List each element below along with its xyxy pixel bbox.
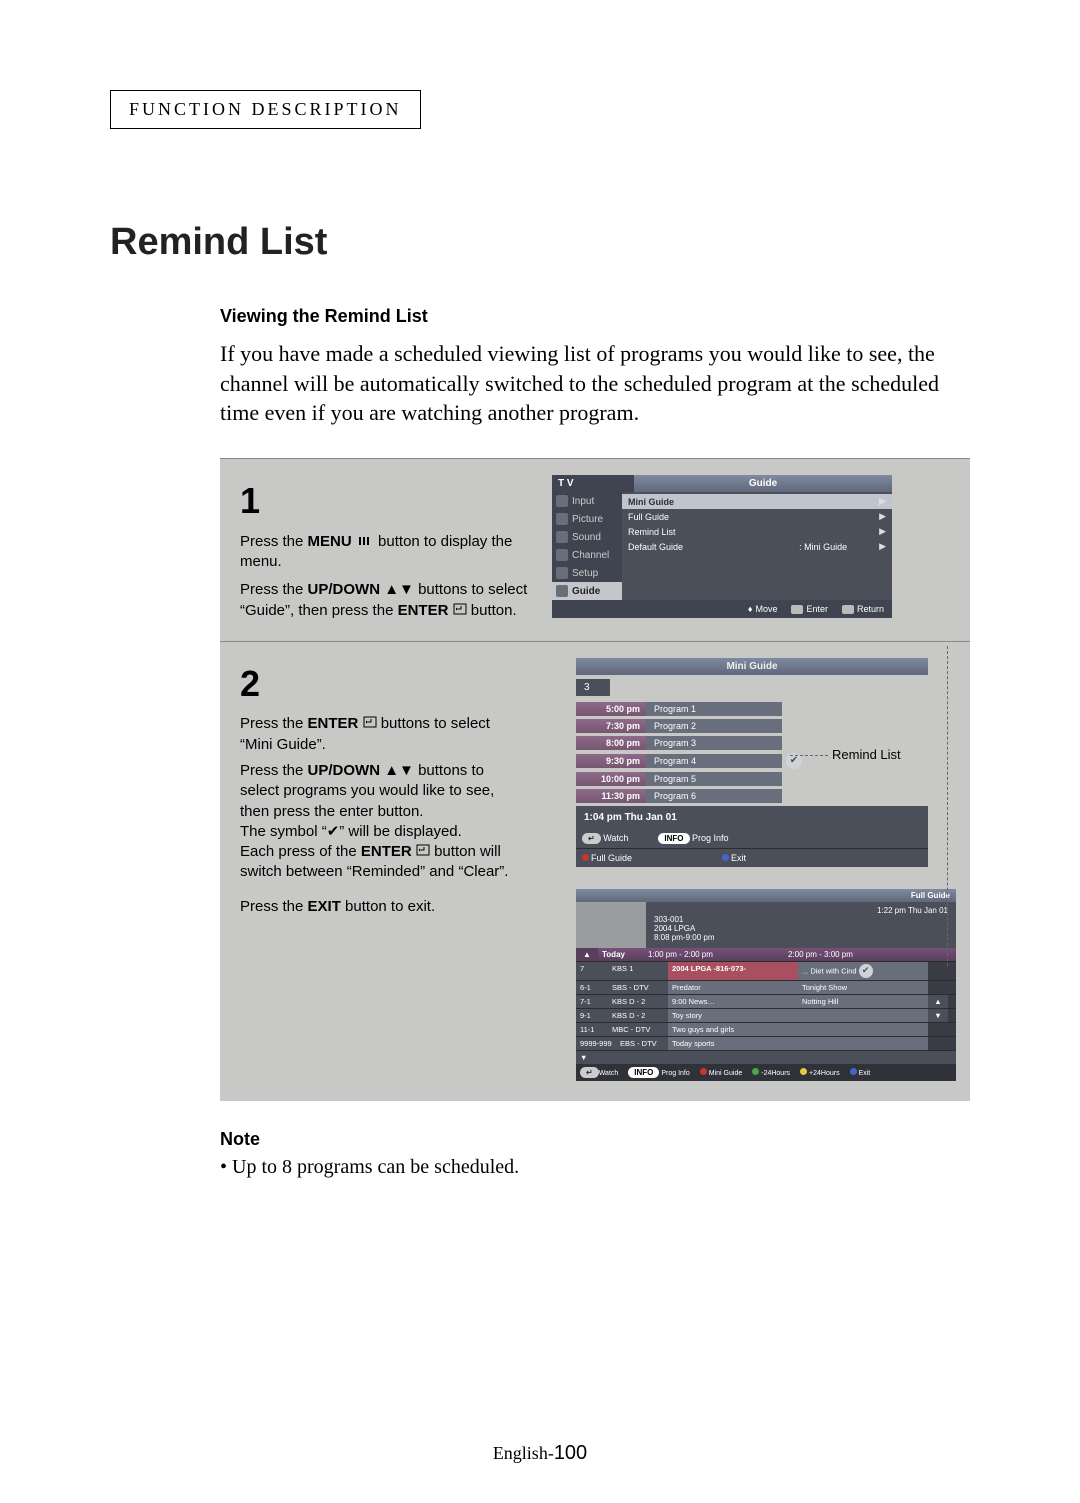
blue-dot-icon (722, 854, 729, 861)
mini-guide-title: Mini Guide (576, 658, 928, 675)
full-guide-title: Full Guide (911, 891, 950, 900)
info-pill: INFO (628, 1067, 659, 1078)
subtitle: Viewing the Remind List (220, 306, 970, 327)
step-2-number: 2 (240, 660, 526, 709)
hint-enter: Enter (791, 604, 828, 614)
arrow-down-icon[interactable]: ▼ (576, 1051, 598, 1064)
sidebar-item-sound[interactable]: Sound (552, 528, 622, 546)
program-thumbnail (576, 902, 646, 948)
menu-item-default-guide[interactable]: Default Guide: Mini Guide▶ (622, 539, 892, 554)
setup-icon (556, 567, 568, 579)
note-heading: Note (220, 1129, 970, 1150)
red-dot-icon (700, 1068, 707, 1075)
note-body: • Up to 8 programs can be scheduled. (220, 1156, 970, 1179)
arrow-up-icon[interactable]: ▲ (576, 948, 598, 961)
sidebar-item-setup[interactable]: Setup (552, 564, 622, 582)
scroll-down-icon[interactable]: ▼ (928, 1009, 948, 1022)
schedule-row[interactable]: 9-1KBS D - 2Toy story▼ (576, 1008, 956, 1022)
section-heading: FUNCTION DESCRIPTION (129, 99, 402, 119)
full-guide-footer: ↵Watch INFO Prog Info Mini Guide -24Hour… (576, 1064, 956, 1081)
sidebar-item-channel[interactable]: Channel (552, 546, 622, 564)
menu-icon (842, 605, 854, 614)
program-row[interactable]: 10:00 pmProgram 5 (576, 772, 928, 786)
mini-guide-channel: 3 (576, 679, 610, 696)
schedule-row[interactable]: 11-1MBC - DTVTwo guys and girls (576, 1022, 956, 1036)
enter-icon: ↵ (580, 1067, 599, 1078)
menu-icon (358, 532, 372, 552)
section-heading-box: FUNCTION DESCRIPTION (110, 90, 421, 129)
osd-title: Guide (634, 475, 892, 492)
osd-full-guide: Full Guide 1:22 pm Thu Jan 01 303-001 20… (576, 889, 956, 1081)
intro-paragraph: If you have made a scheduled viewing lis… (220, 339, 970, 428)
schedule-row[interactable]: 9999-999EBS - DTVToday sports (576, 1036, 956, 1050)
green-dot-icon (752, 1068, 759, 1075)
sidebar-item-input[interactable]: Input (552, 492, 622, 510)
menu-item-full-guide[interactable]: Full Guide▶ (622, 509, 892, 524)
banner-channel: 303-001 (654, 915, 948, 924)
input-icon (556, 495, 568, 507)
full-guide-now: 1:22 pm Thu Jan 01 (654, 906, 948, 915)
mini-guide-now: 1:04 pm Thu Jan 01 (576, 806, 928, 829)
menu-item-remind-list[interactable]: Remind List▶ (622, 524, 892, 539)
step-2-text: 2 Press the ENTER buttons to select “Min… (220, 642, 542, 1101)
chevron-right-icon: ▶ (879, 526, 886, 537)
step-1-text: 1 Press the MENU button to display the m… (220, 459, 546, 641)
osd-submenu: Mini Guide▶ Full Guide▶ Remind List▶ Def… (622, 492, 892, 600)
enter-icon (791, 605, 803, 614)
schedule-row[interactable]: 7-1KBS D - 29:00 News…Notting Hill▲ (576, 994, 956, 1008)
picture-icon (556, 513, 568, 525)
chevron-right-icon: ▶ (879, 541, 886, 552)
callout-line (790, 755, 828, 756)
reminder-check-icon: ✔ (859, 964, 873, 978)
step-2-panel: 2 Press the ENTER buttons to select “Min… (220, 641, 970, 1101)
banner-program: 2004 LPGA (654, 924, 948, 933)
chevron-right-icon: ▶ (879, 511, 886, 522)
schedule-row[interactable]: 6-1SBS - DTVPredatorTonight Show (576, 980, 956, 994)
schedule-row[interactable]: 7 KBS 1 2004 LPGA -816·073- ... Diet wit… (576, 961, 956, 980)
menu-item-mini-guide[interactable]: Mini Guide▶ (622, 494, 892, 509)
red-dot-icon (582, 854, 589, 861)
blue-dot-icon (850, 1068, 857, 1075)
scroll-up-icon[interactable]: ▲ (928, 995, 948, 1008)
hint-return: Return (842, 604, 884, 614)
schedule-row-end: ▼ (576, 1050, 956, 1064)
enter-icon: ↵ (582, 833, 601, 844)
callout-label: Remind List (832, 747, 901, 762)
banner-time: 8:08 pm-9:00 pm (654, 933, 948, 942)
program-row[interactable]: 11:30 pmProgram 6 (576, 789, 928, 803)
yellow-dot-icon (800, 1068, 807, 1075)
mini-guide-footer: ↵ Watch INFO Prog Info (576, 829, 928, 848)
updown-icon: ▲▼ (384, 581, 418, 598)
manual-page: FUNCTION DESCRIPTION Remind List Viewing… (0, 0, 1080, 1503)
chevron-right-icon: ▶ (879, 496, 886, 507)
mini-guide-footer-2: Full Guide Exit (576, 848, 928, 867)
callout-box (947, 646, 950, 966)
osd-tv-label: T V (552, 475, 634, 492)
osd-guide-menu: T V Guide Input Picture Sound Channel Se… (552, 475, 892, 618)
enter-icon (453, 601, 467, 621)
program-row[interactable]: 7:30 pmProgram 2 (576, 719, 928, 733)
enter-icon (363, 714, 377, 734)
sidebar-item-picture[interactable]: Picture (552, 510, 622, 528)
info-pill: INFO (658, 833, 689, 844)
page-number: English-100 (0, 1442, 1080, 1465)
channel-icon (556, 549, 568, 561)
schedule-header: ▲ Today 1:00 pm - 2:00 pm 2:00 pm - 3:00… (576, 948, 956, 961)
sound-icon (556, 531, 568, 543)
updown-icon: ▲▼ (384, 762, 418, 779)
osd-sidebar: Input Picture Sound Channel Setup Guide (552, 492, 622, 600)
osd-footer: ♦Move Enter Return (552, 600, 892, 618)
program-row[interactable]: 5:00 pmProgram 1 (576, 702, 928, 716)
guide-icon (556, 585, 568, 597)
hint-move: ♦Move (748, 604, 778, 614)
osd-mini-guide: Mini Guide 3 5:00 pmProgram 1 7:30 pmPro… (548, 658, 928, 867)
page-title: Remind List (110, 221, 970, 264)
step-1-panel: 1 Press the MENU button to display the m… (220, 458, 970, 641)
step-1-number: 1 (240, 477, 530, 526)
updown-icon: ♦ (748, 604, 753, 614)
sidebar-item-guide[interactable]: Guide (552, 582, 622, 600)
enter-icon (416, 842, 430, 862)
